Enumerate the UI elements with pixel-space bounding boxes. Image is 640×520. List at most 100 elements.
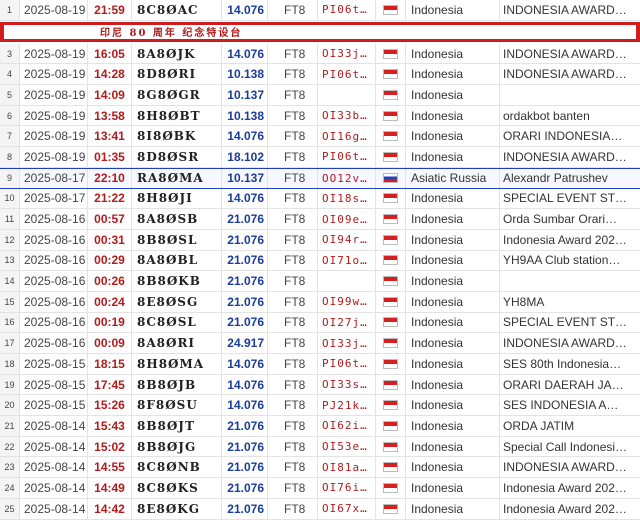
- qso-date: 2025-08-16: [20, 250, 88, 271]
- country: Indonesia: [406, 436, 500, 457]
- table-row[interactable]: 3 2025-08-19 16:05 8A8ØJK 14.076 FT8 OI33j… Ind…: [0, 43, 640, 65]
- qso-date: 2025-08-16: [20, 291, 88, 312]
- country-flag-cell: [376, 43, 406, 64]
- table-row[interactable]: 23 2025-08-14 14:55 8C8ØNB 21.076 FT8 OI81a… In…: [0, 457, 640, 479]
- table-row[interactable]: 19 2025-08-15 17:45 8B8ØJB 14.076 FT8 OI33s… In…: [0, 374, 640, 396]
- table-row[interactable]: 15 2025-08-16 00:24 8E8ØSG 21.076 FT8 OI99w… In…: [0, 291, 640, 313]
- qsl-ref: PJ21k…: [318, 395, 376, 416]
- table-row[interactable]: 6 2025-08-19 13:58 8H8ØBT 10.138 FT8 OI33b… Ind…: [0, 105, 640, 127]
- country: Indonesia: [406, 271, 500, 291]
- qso-time: 21:59: [88, 0, 132, 20]
- row-number: 12: [0, 229, 20, 250]
- callsign[interactable]: 8F8ØSU: [132, 395, 222, 416]
- station-name: Alexandr Patrushev: [503, 171, 608, 186]
- table-row[interactable]: 25 2025-08-14 14:42 8E8ØKG 21.076 FT8 OI67x… In…: [0, 498, 640, 520]
- callsign[interactable]: 8G8ØGR: [132, 85, 222, 105]
- qsl-ref: OI33j…: [318, 43, 376, 64]
- station-name: Indonesia Award 202…: [503, 480, 627, 495]
- country: Indonesia: [406, 64, 500, 85]
- callsign[interactable]: 8D8ØRI: [132, 64, 222, 85]
- qsl-ref: OI16g…: [318, 126, 376, 147]
- table-row[interactable]: 10 2025-08-17 21:22 8H8ØJI 14.076 FT8 OI18s… In…: [0, 188, 640, 210]
- mode: FT8: [268, 436, 318, 457]
- table-row[interactable]: 14 2025-08-16 00:26 8B8ØKB 21.076 FT8 Indonesi…: [0, 271, 640, 292]
- table-row[interactable]: 9 2025-08-17 22:10 RA8ØMA 10.137 FT8 OO12v… Asi…: [0, 167, 640, 189]
- country: Indonesia: [406, 478, 500, 498]
- callsign[interactable]: 8B8ØJG: [132, 436, 222, 457]
- table-row[interactable]: 12 2025-08-16 00:31 8B8ØSL 21.076 FT8 OI94r… In…: [0, 229, 640, 251]
- qso-time: 00:29: [88, 250, 132, 271]
- table-row[interactable]: 11 2025-08-16 00:57 8A8ØSB 21.076 FT8 OI09e… In…: [0, 209, 640, 230]
- qso-time: 14:49: [88, 478, 132, 498]
- frequency: 18.102: [222, 147, 268, 167]
- callsign[interactable]: 8C8ØNB: [132, 457, 222, 478]
- row-number: 15: [0, 291, 20, 312]
- qso-time: 00:19: [88, 312, 132, 333]
- callsign[interactable]: 8C8ØAC: [132, 0, 222, 20]
- table-row[interactable]: 24 2025-08-14 14:49 8C8ØKS 21.076 FT8 OI76i… In…: [0, 478, 640, 499]
- station-name: INDONESIA AWARD…: [503, 460, 627, 475]
- table-row[interactable]: 8 2025-08-19 01:35 8D8ØSR 18.102 FT8 PI06t… Ind…: [0, 147, 640, 168]
- table-row[interactable]: 5 2025-08-19 14:09 8G8ØGR 10.137 FT8 Indonesia: [0, 85, 640, 106]
- callsign[interactable]: 8H8ØJI: [132, 188, 222, 209]
- table-row[interactable]: 20 2025-08-15 15:26 8F8ØSU 14.076 FT8 PJ21k… In…: [0, 395, 640, 417]
- callsign[interactable]: 8B8ØJT: [132, 416, 222, 436]
- qso-date: 2025-08-16: [20, 312, 88, 333]
- frequency: 14.076: [222, 395, 268, 416]
- country-flag-cell: [376, 498, 406, 519]
- callsign[interactable]: 8H8ØBT: [132, 105, 222, 126]
- table-row[interactable]: 13 2025-08-16 00:29 8A8ØBL 21.076 FT8 OI71o… In…: [0, 250, 640, 272]
- table-row[interactable]: 18 2025-08-15 18:15 8H8ØMA 14.076 FT8 PI06t… In…: [0, 354, 640, 375]
- callsign[interactable]: 8C8ØKS: [132, 478, 222, 498]
- table-row[interactable]: 7 2025-08-19 13:41 8I8ØBK 14.076 FT8 OI16g… Ind…: [0, 126, 640, 148]
- qso-time: 16:05: [88, 43, 132, 64]
- country: Indonesia: [406, 416, 500, 436]
- callsign[interactable]: 8E8ØKG: [132, 498, 222, 519]
- callsign[interactable]: 8B8ØJB: [132, 374, 222, 395]
- callsign[interactable]: 8A8ØBL: [132, 250, 222, 271]
- table-row[interactable]: 22 2025-08-14 15:02 8B8ØJG 21.076 FT8 OI53e… In…: [0, 436, 640, 458]
- callsign[interactable]: 8A8ØRI: [132, 333, 222, 353]
- row-number: 3: [0, 43, 20, 64]
- row-number: 5: [0, 85, 20, 105]
- callsign[interactable]: 8A8ØJK: [132, 43, 222, 64]
- indonesia-flag-icon: [383, 193, 398, 204]
- frequency: 21.076: [222, 250, 268, 271]
- callsign[interactable]: 8B8ØSL: [132, 229, 222, 250]
- country: Indonesia: [406, 354, 500, 374]
- qsl-ref: OI67x…: [318, 498, 376, 519]
- callsign[interactable]: 8E8ØSG: [132, 291, 222, 312]
- frequency: 21.076: [222, 436, 268, 457]
- frequency: 10.137: [222, 85, 268, 105]
- table-row[interactable]: 4 2025-08-19 14:28 8D8ØRI 10.138 FT8 PI06t… Ind…: [0, 64, 640, 86]
- callsign[interactable]: 8H8ØMA: [132, 354, 222, 374]
- country: Indonesia: [406, 188, 500, 209]
- mode: FT8: [268, 168, 318, 188]
- callsign[interactable]: 8B8ØKB: [132, 271, 222, 291]
- table-row[interactable]: 17 2025-08-16 00:09 8A8ØRI 24.917 FT8 OI33j… In…: [0, 333, 640, 354]
- row-number: 6: [0, 105, 20, 126]
- qso-date: 2025-08-17: [20, 168, 88, 188]
- callsign[interactable]: RA8ØMA: [132, 168, 222, 188]
- qso-time: 14:09: [88, 85, 132, 105]
- callsign[interactable]: 8D8ØSR: [132, 147, 222, 167]
- qso-time: 22:10: [88, 168, 132, 188]
- row-number: 16: [0, 312, 20, 333]
- qsl-ref: OI99w…: [318, 291, 376, 312]
- indonesia-flag-icon: [383, 131, 398, 142]
- country-flag-cell: [376, 312, 406, 333]
- country: Indonesia: [406, 395, 500, 416]
- qso-time: 00:31: [88, 229, 132, 250]
- callsign[interactable]: 8C8ØSL: [132, 312, 222, 333]
- frequency: 24.917: [222, 333, 268, 353]
- table-row[interactable]: 1 2025-08-19 21:59 8C8ØAC 14.076 FT8 PI06t… Ind…: [0, 0, 640, 21]
- callsign[interactable]: 8A8ØSB: [132, 209, 222, 229]
- table-row[interactable]: 16 2025-08-16 00:19 8C8ØSL 21.076 FT8 OI27j… In…: [0, 312, 640, 334]
- table-row[interactable]: 21 2025-08-14 15:43 8B8ØJT 21.076 FT8 OI62i… In…: [0, 416, 640, 437]
- callsign[interactable]: 8I8ØBK: [132, 126, 222, 147]
- frequency: 10.137: [222, 168, 268, 188]
- country-flag-cell: [376, 354, 406, 374]
- row-number: 18: [0, 354, 20, 374]
- qsl-ref: OI33s…: [318, 374, 376, 395]
- frequency: 14.076: [222, 354, 268, 374]
